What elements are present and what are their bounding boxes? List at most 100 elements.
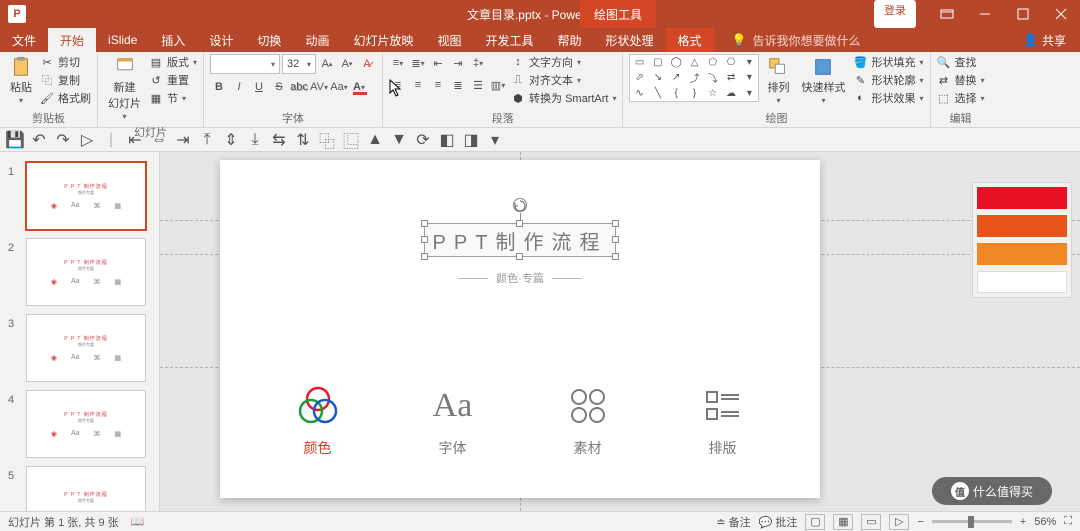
reading-view-button[interactable]: ▭ <box>861 514 881 530</box>
zoom-slider[interactable] <box>932 520 1012 523</box>
distribute-button[interactable]: ☰ <box>469 76 487 94</box>
shape-effects-button[interactable]: ◐形状效果▾ <box>853 90 923 106</box>
align-left-button[interactable]: ≡ <box>389 76 407 94</box>
redo-icon[interactable]: ↷ <box>54 131 72 149</box>
tab-format[interactable]: 格式 <box>666 28 714 52</box>
cut-button[interactable]: ✂剪切 <box>40 54 91 70</box>
columns-button[interactable]: ▥▾ <box>489 76 507 94</box>
tab-help[interactable]: 帮助 <box>546 28 594 52</box>
decrease-font-button[interactable]: A▾ <box>338 55 356 73</box>
slideshow-view-button[interactable]: ▷ <box>889 514 909 530</box>
spellcheck-icon[interactable]: 📖 <box>131 515 145 528</box>
format-painter-button[interactable]: 🖌格式刷 <box>40 90 91 106</box>
shape-fill-button[interactable]: 🪣形状填充▾ <box>853 54 923 70</box>
align-right-button[interactable]: ≡ <box>429 76 447 94</box>
swatch-3[interactable] <box>977 243 1067 265</box>
increase-font-button[interactable]: A▴ <box>318 55 336 73</box>
thumb-3[interactable]: 3P P T 制作流程颜色专篇◉Aa⌘▦ <box>0 310 159 386</box>
qat-dist-h[interactable]: ⇆ <box>270 131 288 149</box>
start-slideshow-icon[interactable]: ▷ <box>78 131 96 149</box>
qat-align-bottom[interactable]: ⤓ <box>246 131 264 149</box>
slide-thumbnails-pane[interactable]: 1P P T 制作流程颜色专篇◉Aa⌘▦ 2P P T 制作流程颜色专篇◉Aa⌘… <box>0 152 160 511</box>
line-spacing-button[interactable]: ‡▾ <box>469 54 487 72</box>
qat-more-2[interactable]: ◨ <box>462 131 480 149</box>
fit-window-button[interactable]: ⛶ <box>1064 515 1072 528</box>
decrease-indent-button[interactable]: ⇤ <box>429 54 447 72</box>
tab-slideshow[interactable]: 幻灯片放映 <box>341 28 425 52</box>
zoom-out-button[interactable]: − <box>917 516 923 528</box>
text-direction-button[interactable]: ↕文字方向▾ <box>511 54 616 70</box>
thumb-5[interactable]: 5P P T 制作流程颜色专篇 <box>0 462 159 511</box>
arrange-button[interactable]: 排列▾ <box>763 54 793 107</box>
qat-ungroup[interactable]: ⿺ <box>342 131 360 149</box>
minimize-button[interactable] <box>966 0 1004 28</box>
notes-button[interactable]: ≐ 备注 <box>716 514 750 530</box>
select-button[interactable]: ⬚选择▾ <box>937 90 985 106</box>
slide-title-text[interactable]: PPT制作流程 <box>433 226 608 255</box>
shape-outline-button[interactable]: ✎形状轮廓▾ <box>853 72 923 88</box>
bold-button[interactable]: B <box>210 78 228 96</box>
increase-indent-button[interactable]: ⇥ <box>449 54 467 72</box>
qat-align-top[interactable]: ⤒ <box>198 131 216 149</box>
tab-transition[interactable]: 切换 <box>245 28 293 52</box>
layout-button[interactable]: ▤版式▾ <box>149 54 197 70</box>
selected-textbox[interactable]: PPT制作流程 <box>424 223 616 257</box>
slide-editor[interactable]: PPT制作流程 颜色·专篇 颜色 Aa 字体 素 <box>220 160 820 498</box>
sorter-view-button[interactable]: ▦ <box>833 514 853 530</box>
undo-icon[interactable]: ↶ <box>30 131 48 149</box>
qat-align-left[interactable]: ⇤ <box>126 131 144 149</box>
zoom-in-button[interactable]: + <box>1020 516 1026 528</box>
thumb-2[interactable]: 2P P T 制作流程颜色专篇◉Aa⌘▦ <box>0 234 159 310</box>
bullets-button[interactable]: ≡▾ <box>389 54 407 72</box>
qat-send-back[interactable]: ▼ <box>390 131 408 149</box>
replace-button[interactable]: ⇄替换▾ <box>937 72 985 88</box>
new-slide-button[interactable]: 新建 幻灯片▾ <box>104 54 145 123</box>
tab-islide[interactable]: iSlide <box>96 28 149 52</box>
font-color-button[interactable]: A▾ <box>350 78 368 96</box>
change-case-button[interactable]: Aa▾ <box>330 78 348 96</box>
normal-view-button[interactable]: ▢ <box>805 514 825 530</box>
paste-button[interactable]: 粘贴▾ <box>6 54 36 107</box>
swatch-2[interactable] <box>977 215 1067 237</box>
maximize-button[interactable] <box>1004 0 1042 28</box>
qat-align-center-h[interactable]: ⇔ <box>150 131 168 149</box>
tab-shapeproc[interactable]: 形状处理 <box>594 28 666 52</box>
smartart-button[interactable]: ⬢转换为 SmartArt▾ <box>511 90 616 106</box>
numbering-button[interactable]: ≣▾ <box>409 54 427 72</box>
color-palette-panel[interactable] <box>972 182 1072 298</box>
share-button[interactable]: 👤 共享 <box>1009 28 1080 52</box>
slide-canvas-area[interactable]: PPT制作流程 颜色·专篇 颜色 Aa 字体 素 <box>160 152 1080 511</box>
swatch-4[interactable] <box>977 271 1067 293</box>
qat-more-1[interactable]: ◧ <box>438 131 456 149</box>
copy-button[interactable]: ⿻复制 <box>40 72 91 88</box>
align-text-button[interactable]: ⎍对齐文本▾ <box>511 72 616 88</box>
clear-format-button[interactable]: A̷ <box>358 55 376 73</box>
swatch-1[interactable] <box>977 187 1067 209</box>
close-button[interactable] <box>1042 0 1080 28</box>
qat-group[interactable]: ⿻ <box>318 131 336 149</box>
section-button[interactable]: ▦节▾ <box>149 90 197 106</box>
char-spacing-button[interactable]: AV▾ <box>310 78 328 96</box>
reset-button[interactable]: ↺重置 <box>149 72 197 88</box>
font-size-combo[interactable]: 32▾ <box>282 54 316 74</box>
tab-dev[interactable]: 开发工具 <box>473 28 545 52</box>
tab-view[interactable]: 视图 <box>425 28 473 52</box>
thumb-4[interactable]: 4P P T 制作流程颜色专篇◉Aa⌘▦ <box>0 386 159 462</box>
align-center-button[interactable]: ≡ <box>409 76 427 94</box>
qat-dropdown[interactable]: ▾ <box>486 131 504 149</box>
qat-dist-v[interactable]: ⇅ <box>294 131 312 149</box>
strike-button[interactable]: S <box>270 78 288 96</box>
tab-home[interactable]: 开始 <box>48 28 96 52</box>
underline-button[interactable]: U <box>250 78 268 96</box>
italic-button[interactable]: I <box>230 78 248 96</box>
font-name-combo[interactable]: ▾ <box>210 54 280 74</box>
tell-me-search[interactable]: 💡 告诉我你想要做什么 <box>732 28 861 52</box>
thumb-1[interactable]: 1P P T 制作流程颜色专篇◉Aa⌘▦ <box>0 158 159 234</box>
rotate-handle-icon[interactable] <box>513 198 527 212</box>
qat-rotate[interactable]: ⟳ <box>414 131 432 149</box>
save-icon[interactable]: 💾 <box>6 131 24 149</box>
quick-styles-button[interactable]: 快速样式▾ <box>797 54 849 107</box>
shapes-gallery[interactable]: ▭▢◯△⬠⎔▾ ⬀↘↗⤴⤵⇄▾ ∿╲{}☆☁▾ <box>629 54 759 102</box>
qat-align-middle[interactable]: ⇕ <box>222 131 240 149</box>
login-button[interactable]: 登录 <box>874 0 916 28</box>
